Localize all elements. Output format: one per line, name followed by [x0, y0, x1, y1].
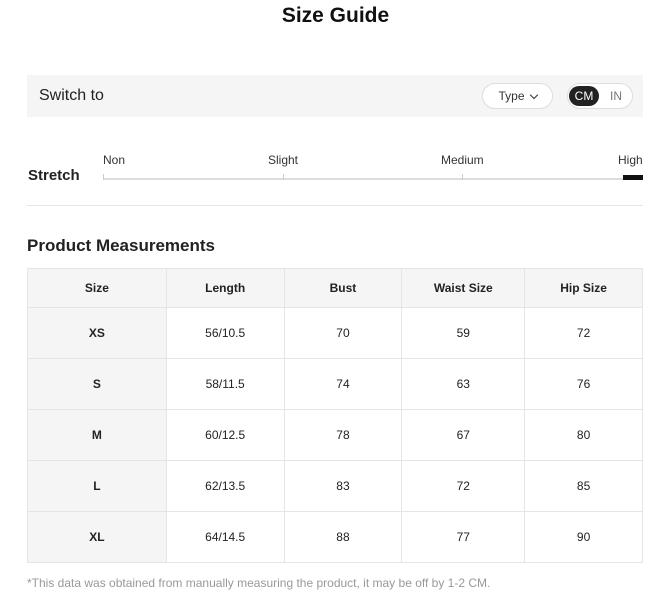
- chevron-down-icon: [529, 90, 538, 99]
- column-header-bust: Bust: [283, 268, 403, 308]
- cell-waist: 77: [401, 511, 526, 563]
- table-row: XS 56/10.5 70 59 72: [27, 307, 643, 359]
- page-title: Size Guide: [281, 4, 390, 27]
- switch-label: Switch to: [39, 87, 104, 104]
- stretch-label: Stretch: [28, 167, 80, 184]
- cell-hip: 72: [524, 307, 643, 359]
- cell-bust: 74: [283, 358, 403, 410]
- measurements-table: Size Length Bust Waist Size Hip Size XS …: [27, 268, 643, 563]
- column-header-hip: Hip Size: [524, 268, 643, 308]
- unit-in-button[interactable]: IN: [604, 86, 628, 106]
- cell-waist: 72: [401, 460, 526, 512]
- cell-bust: 88: [283, 511, 403, 563]
- column-header-length: Length: [165, 268, 285, 308]
- cell-hip: 85: [524, 460, 643, 512]
- unit-cm-button[interactable]: CM: [569, 86, 599, 106]
- cell-size: M: [27, 409, 167, 461]
- unit-toggle: CM IN: [567, 83, 633, 109]
- cell-length: 62/13.5: [165, 460, 285, 512]
- divider: [27, 205, 643, 206]
- stretch-option-non: Non: [103, 153, 126, 167]
- cell-bust: 83: [283, 460, 403, 512]
- section-title: Product Measurements: [27, 236, 215, 255]
- measurement-footnote: *This data was obtained from manually me…: [27, 576, 491, 590]
- stretch-option-slight: Slight: [268, 153, 299, 167]
- cell-hip: 90: [524, 511, 643, 563]
- type-label: Type: [498, 89, 525, 103]
- cell-bust: 70: [283, 307, 403, 359]
- stretch-tick: [103, 174, 104, 180]
- cell-waist: 63: [401, 358, 526, 410]
- stretch-option-high: High: [618, 153, 643, 167]
- cell-length: 56/10.5: [165, 307, 285, 359]
- cell-hip: 80: [524, 409, 643, 461]
- cell-length: 64/14.5: [165, 511, 285, 563]
- unit-switch-bar: Switch to Type CM IN: [27, 75, 643, 117]
- cell-size: S: [27, 358, 167, 410]
- type-dropdown-button[interactable]: Type: [482, 83, 553, 109]
- table-row: S 58/11.5 74 63 76: [27, 358, 643, 410]
- stretch-tick: [462, 174, 463, 180]
- stretch-option-medium: Medium: [441, 153, 484, 167]
- cell-size: L: [27, 460, 167, 512]
- table-row: L 62/13.5 83 72 85: [27, 460, 643, 512]
- stretch-scale-track: [103, 178, 643, 180]
- cell-waist: 59: [401, 307, 526, 359]
- cell-length: 58/11.5: [165, 358, 285, 410]
- cell-size: XS: [27, 307, 167, 359]
- table-header-row: Size Length Bust Waist Size Hip Size: [27, 268, 643, 308]
- table-row: XL 64/14.5 88 77 90: [27, 511, 643, 563]
- column-header-size: Size: [27, 268, 167, 308]
- cell-bust: 78: [283, 409, 403, 461]
- column-header-waist: Waist Size: [401, 268, 526, 308]
- table-row: M 60/12.5 78 67 80: [27, 409, 643, 461]
- stretch-active-indicator: [623, 175, 643, 180]
- cell-size: XL: [27, 511, 167, 563]
- stretch-tick: [283, 174, 284, 180]
- cell-hip: 76: [524, 358, 643, 410]
- cell-waist: 67: [401, 409, 526, 461]
- cell-length: 60/12.5: [165, 409, 285, 461]
